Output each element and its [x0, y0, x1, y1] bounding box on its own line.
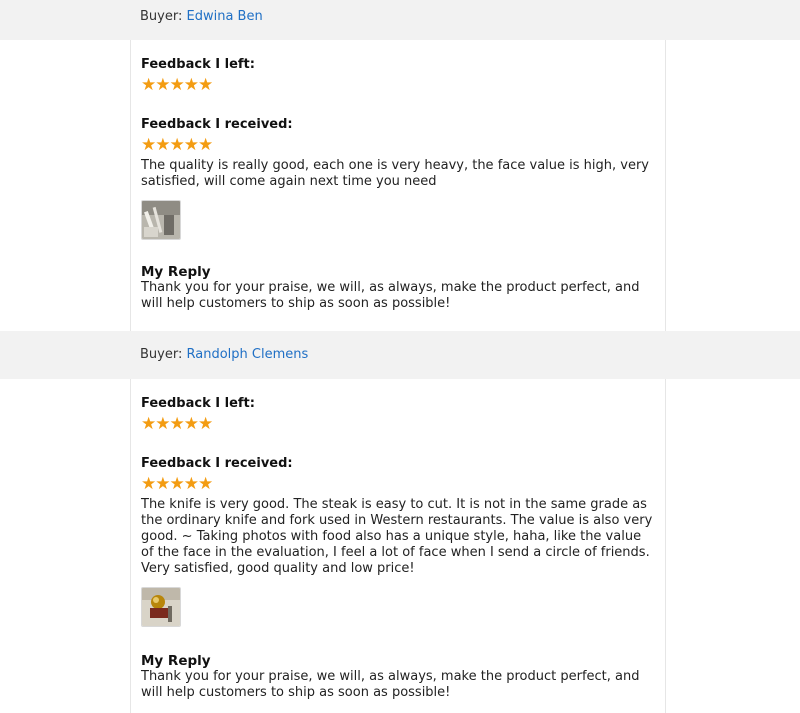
- my-reply-text: Thank you for your praise, we will, as a…: [141, 669, 640, 700]
- feedback-left-stars: ★★★★★: [141, 75, 213, 95]
- feedback-received-stars: ★★★★★: [141, 474, 213, 494]
- buyer-bar: Buyer: Randolph Clemens: [0, 331, 800, 379]
- buyer-label: Buyer:: [140, 9, 183, 24]
- buyer-comment: The knife is very good. The steak is eas…: [141, 497, 653, 576]
- buyer-bar: Buyer: Edwina Ben: [0, 0, 800, 40]
- my-reply-label: My Reply: [141, 264, 211, 280]
- buyer-name-link[interactable]: Edwina Ben: [187, 9, 263, 24]
- review-card: Buyer: Edwina Ben Feedback I left: ★★★★★…: [0, 0, 800, 331]
- my-reply-label: My Reply: [141, 653, 211, 669]
- review-photo-thumbnail[interactable]: [141, 587, 181, 627]
- my-reply-text: Thank you for your praise, we will, as a…: [141, 280, 640, 311]
- feedback-left-label: Feedback I left:: [141, 57, 255, 72]
- review-card: Buyer: Randolph Clemens Feedback I left:…: [0, 331, 800, 713]
- buyer-comment: The quality is really good, each one is …: [141, 158, 650, 189]
- buyer-label: Buyer:: [140, 347, 183, 362]
- review-body: Feedback I left: ★★★★★ Feedback I receiv…: [130, 379, 666, 713]
- feedback-received-stars: ★★★★★: [141, 135, 213, 155]
- review-photo-icon: [142, 201, 180, 239]
- feedback-received-label: Feedback I received:: [141, 117, 293, 132]
- feedback-received-label: Feedback I received:: [141, 456, 293, 471]
- feedback-left-stars: ★★★★★: [141, 414, 213, 434]
- review-photo-icon: [142, 588, 180, 626]
- buyer-name-link[interactable]: Randolph Clemens: [187, 347, 309, 362]
- review-body: Feedback I left: ★★★★★ Feedback I receiv…: [130, 40, 666, 331]
- feedback-left-label: Feedback I left:: [141, 396, 255, 411]
- review-photo-thumbnail[interactable]: [141, 200, 181, 240]
